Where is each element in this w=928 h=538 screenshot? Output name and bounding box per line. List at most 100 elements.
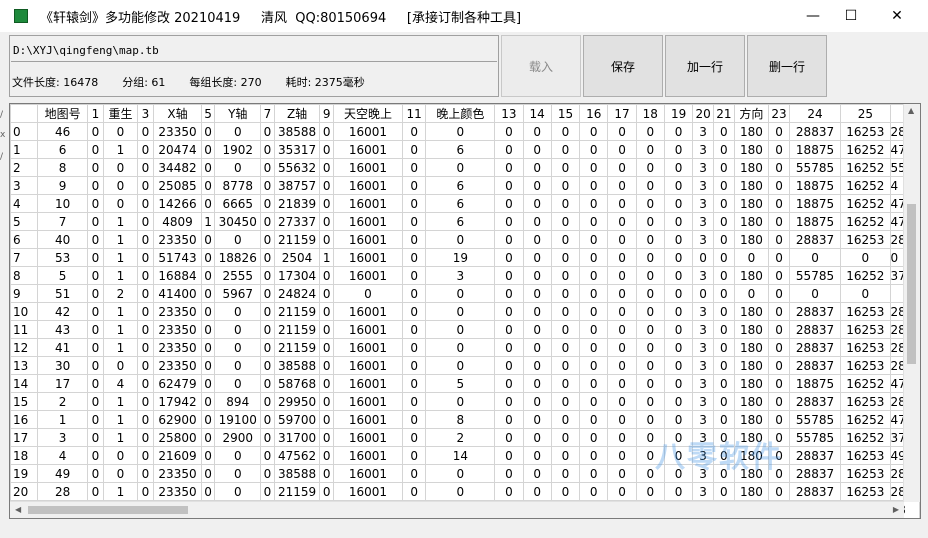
table-cell[interactable]: 16001 (333, 248, 403, 267)
table-cell[interactable]: 0 (607, 320, 637, 339)
vertical-scrollbar[interactable]: ▲ (903, 104, 920, 502)
table-cell[interactable]: 8778 (214, 176, 262, 195)
table-cell[interactable]: 0 (663, 410, 694, 429)
table-cell[interactable]: 62900 (153, 410, 202, 429)
table-cell[interactable]: 0 (635, 374, 665, 393)
table-cell[interactable]: 0 (401, 302, 427, 321)
row-index[interactable]: 7 (10, 248, 39, 267)
table-cell[interactable]: 16001 (333, 176, 403, 195)
table-cell[interactable]: 28837 (788, 392, 842, 411)
table-cell[interactable]: 3 (692, 212, 714, 231)
column-header[interactable]: 方向 (733, 104, 770, 123)
table-cell[interactable]: 0 (260, 338, 275, 357)
table-cell[interactable]: 0 (522, 158, 552, 177)
table-cell[interactable]: 46 (37, 122, 88, 141)
table-cell[interactable]: 0 (425, 464, 496, 483)
table-cell[interactable]: 3 (692, 392, 714, 411)
table-cell[interactable]: 180 (733, 392, 770, 411)
table-cell[interactable]: 0 (607, 482, 637, 501)
table-row[interactable]: 13 30 0 0 0 23350 0 0 0 38588 0 16001 0 0 0 0 0 0 0 0 0 3 0 180… (10, 356, 920, 375)
table-cell[interactable]: 0 (607, 140, 637, 159)
table-cell[interactable]: 17 (37, 374, 88, 393)
row-index[interactable]: 11 (10, 320, 39, 339)
table-cell[interactable]: 0 (579, 230, 609, 249)
table-cell[interactable]: 19 (425, 248, 496, 267)
table-cell[interactable]: 55785 (788, 158, 842, 177)
table-cell[interactable]: 16001 (333, 212, 403, 231)
table-cell[interactable]: 0 (579, 140, 609, 159)
row-index[interactable]: 1 (10, 140, 39, 159)
table-cell[interactable]: 14266 (153, 194, 202, 213)
table-cell[interactable]: 23350 (153, 302, 202, 321)
column-header[interactable]: 地图号 (37, 104, 88, 123)
table-cell[interactable]: 0 (663, 392, 694, 411)
table-cell[interactable]: 0 (579, 122, 609, 141)
table-cell[interactable]: 0 (86, 230, 105, 249)
table-cell[interactable]: 0 (712, 320, 735, 339)
table-cell[interactable]: 0 (136, 248, 155, 267)
table-cell[interactable]: 3 (692, 230, 714, 249)
table-cell[interactable]: 0 (214, 482, 262, 501)
table-cell[interactable]: 0 (635, 320, 665, 339)
table-cell[interactable]: 1 (103, 140, 138, 159)
table-cell[interactable]: 25800 (153, 428, 202, 447)
table-cell[interactable]: 0 (712, 428, 735, 447)
table-cell[interactable]: 0 (214, 374, 262, 393)
table-cell[interactable]: 0 (768, 482, 790, 501)
table-cell[interactable]: 0 (401, 176, 427, 195)
table-cell[interactable]: 23350 (153, 482, 202, 501)
table-cell[interactable]: 0 (550, 482, 581, 501)
column-header[interactable]: 11 (401, 104, 427, 123)
add-row-button[interactable]: 加一行 (665, 35, 745, 97)
table-cell[interactable]: 0 (712, 212, 735, 231)
table-cell[interactable]: 0 (494, 428, 524, 447)
row-index[interactable]: 3 (10, 176, 39, 195)
table-cell[interactable]: 0 (401, 374, 427, 393)
table-cell[interactable]: 0 (200, 230, 216, 249)
table-cell[interactable]: 0 (768, 374, 790, 393)
table-cell[interactable]: 41400 (153, 284, 202, 303)
table-cell[interactable]: 16253 (840, 482, 891, 501)
table-cell[interactable]: 28837 (788, 356, 842, 375)
table-cell[interactable]: 27337 (273, 212, 321, 231)
table-cell[interactable]: 0 (635, 338, 665, 357)
table-cell[interactable]: 5 (425, 374, 496, 393)
table-cell[interactable]: 1 (103, 302, 138, 321)
table-cell[interactable]: 41 (37, 338, 88, 357)
table-cell[interactable]: 3 (692, 320, 714, 339)
table-cell[interactable]: 0 (494, 122, 524, 141)
table-cell[interactable]: 0 (712, 284, 735, 303)
table-cell[interactable]: 16253 (840, 302, 891, 321)
table-cell[interactable]: 16001 (333, 194, 403, 213)
table-cell[interactable]: 0 (260, 392, 275, 411)
table-cell[interactable]: 0 (788, 284, 842, 303)
table-cell[interactable]: 0 (260, 410, 275, 429)
table-row[interactable]: 19 49 0 0 0 23350 0 0 0 38588 0 16001 0 0 0 0 0 0 0 0 0 3 0 180… (10, 464, 920, 483)
table-cell[interactable]: 0 (494, 266, 524, 285)
table-cell[interactable]: 0 (425, 320, 496, 339)
table-cell[interactable]: 0 (712, 374, 735, 393)
table-cell[interactable]: 0 (550, 122, 581, 141)
table-cell[interactable]: 2900 (214, 428, 262, 447)
table-cell[interactable]: 0 (522, 446, 552, 465)
table-cell[interactable]: 0 (214, 356, 262, 375)
table-cell[interactable]: 0 (200, 356, 216, 375)
table-cell[interactable]: 3 (692, 158, 714, 177)
table-row[interactable]: 15 2 0 1 0 17942 0 894 0 29950 0 16001 0 0 0 0 0 0 0 0 0 3 0 18… (10, 392, 920, 411)
table-cell[interactable]: 4 (37, 446, 88, 465)
table-cell[interactable]: 38588 (273, 122, 321, 141)
table-cell[interactable]: 0 (214, 320, 262, 339)
table-cell[interactable]: 49 (37, 464, 88, 483)
table-cell[interactable]: 0 (635, 122, 665, 141)
table-cell[interactable]: 0 (319, 356, 335, 375)
table-cell[interactable]: 25085 (153, 176, 202, 195)
table-cell[interactable]: 0 (663, 194, 694, 213)
table-cell[interactable]: 0 (86, 464, 105, 483)
table-cell[interactable]: 0 (635, 482, 665, 501)
row-index[interactable]: 12 (10, 338, 39, 357)
table-cell[interactable]: 0 (214, 446, 262, 465)
table-cell[interactable]: 180 (733, 464, 770, 483)
table-cell[interactable]: 0 (768, 320, 790, 339)
table-cell[interactable]: 3 (692, 446, 714, 465)
table-cell[interactable]: 21609 (153, 446, 202, 465)
